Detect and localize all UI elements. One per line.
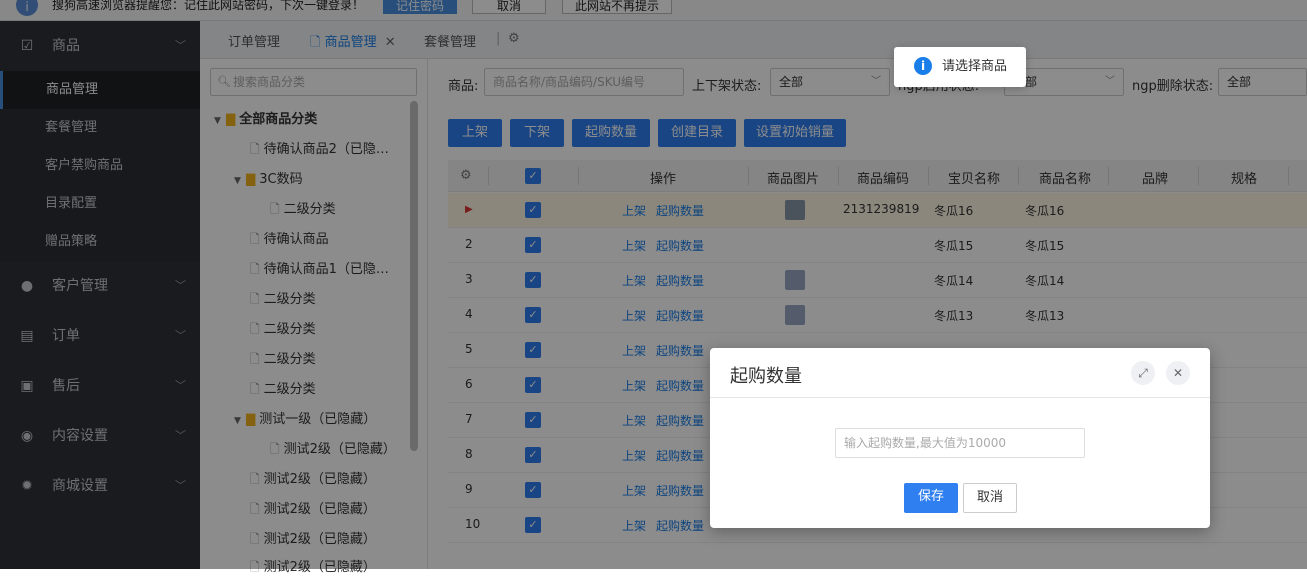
close-icon[interactable]: ✕	[1166, 361, 1190, 385]
dialog-title: 起购数量	[730, 366, 802, 387]
save-button[interactable]: 保存	[904, 483, 958, 513]
dialog-divider	[710, 397, 1210, 398]
toast-text: 请选择商品	[942, 59, 1008, 74]
min-purchase-input[interactable]: 输入起购数量,最大值为10000	[835, 428, 1085, 458]
expand-icon[interactable]: ⤢	[1131, 361, 1155, 385]
info-icon: i	[914, 57, 932, 75]
min-purchase-dialog: 起购数量 ⤢ ✕ 输入起购数量,最大值为10000 保存 取消	[710, 348, 1210, 528]
toast-message: i 请选择商品	[894, 47, 1026, 87]
cancel-button[interactable]: 取消	[963, 483, 1017, 513]
